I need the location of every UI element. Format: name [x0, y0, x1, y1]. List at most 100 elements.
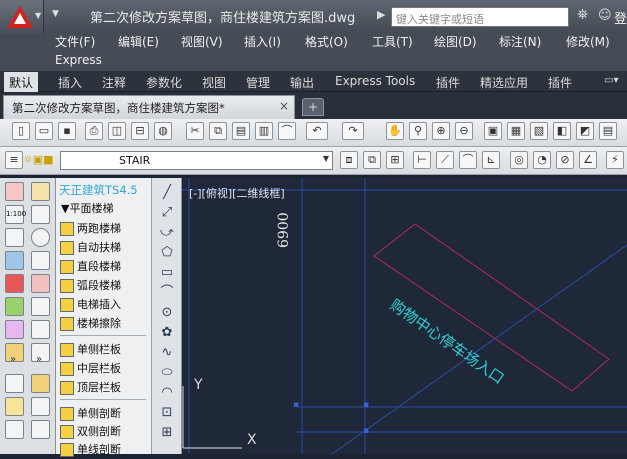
layer-previous-icon[interactable]: ⧈ [340, 151, 358, 169]
spline-icon[interactable]: ∿ [157, 344, 177, 362]
menu-modify[interactable]: 修改(M) [566, 33, 610, 50]
stair-icon[interactable] [31, 297, 50, 316]
tab-express-tools[interactable]: Express Tools [335, 74, 415, 88]
expand-icon[interactable]: » [10, 354, 16, 365]
tab-plugins[interactable]: 插件 [436, 74, 460, 91]
application-menu-button[interactable]: ▼ [0, 0, 44, 33]
line-icon[interactable] [31, 205, 50, 224]
close-icon[interactable]: × [279, 99, 289, 113]
line-icon[interactable]: ╱ [157, 184, 177, 202]
section-icon[interactable] [31, 374, 50, 393]
quick-dimension-icon[interactable]: ⚡ [606, 151, 624, 169]
tab-view[interactable]: 视图 [202, 74, 226, 91]
title-scroll-icon[interactable]: ▶ [377, 8, 385, 21]
make-block-icon[interactable]: ⊞ [157, 424, 177, 442]
linear-dimension-icon[interactable]: ⊢ [413, 151, 431, 169]
menu-item-straight-stair[interactable]: 直段楼梯 [60, 258, 150, 276]
dimension-icon[interactable] [5, 320, 24, 339]
match-properties-icon[interactable]: ⌒ [278, 122, 296, 140]
settings-icon[interactable] [5, 182, 24, 201]
menu-dimension[interactable]: 标注(N) [499, 33, 541, 50]
radius-dimension-icon[interactable]: ◎ [510, 151, 528, 169]
block-icon[interactable] [5, 420, 24, 439]
tab-default[interactable]: 默认 [4, 72, 39, 92]
section-stairs[interactable]: ▼平面楼梯 [61, 200, 113, 216]
rectangle-icon[interactable]: ▭ [157, 264, 177, 282]
undo-icon[interactable]: ↶ [306, 122, 328, 140]
design-center-icon[interactable]: ▦ [507, 122, 525, 140]
construction-line-icon[interactable]: ⤢ [157, 204, 177, 222]
revision-cloud-icon[interactable]: ✿ [157, 324, 177, 342]
make-current-layer-icon[interactable]: ⧉ [363, 151, 381, 169]
markup-icon[interactable]: ◩ [576, 122, 594, 140]
menu-format[interactable]: 格式(O) [305, 33, 348, 50]
document-tab[interactable]: 第二次修改方案草图，商住楼建筑方案图* × [3, 95, 295, 119]
diameter-dimension-icon[interactable]: ⊘ [556, 151, 574, 169]
publish-icon[interactable]: ◍ [154, 122, 172, 140]
new-file-icon[interactable]: ▯ [12, 122, 30, 140]
menu-item-single-break[interactable]: 单侧剖断 [60, 405, 150, 423]
grid-icon[interactable] [31, 320, 50, 339]
door-icon[interactable] [5, 274, 24, 293]
print-icon[interactable]: ⎙ [85, 122, 103, 140]
aligned-dimension-icon[interactable]: ⟋ [436, 151, 454, 169]
insert-block-icon[interactable]: ⊡ [157, 404, 177, 422]
scale-icon[interactable]: 1:100 [5, 205, 26, 224]
layout-icon[interactable] [31, 420, 50, 439]
menu-item-top-rail[interactable]: 顶层栏板 [60, 379, 150, 397]
jogged-dimension-icon[interactable]: ◔ [533, 151, 551, 169]
zoom-window-icon[interactable]: ⊕ [432, 122, 450, 140]
window-icon[interactable] [31, 182, 50, 201]
tab-parametric[interactable]: 参数化 [146, 74, 182, 91]
drawing-canvas[interactable]: 6900 购物中心停车场入口 Y X ▪ ▪ ▪ [182, 178, 627, 455]
window-insert-icon[interactable] [31, 274, 50, 293]
elevation-icon[interactable] [5, 374, 24, 393]
arc-length-icon[interactable]: ⌒ [459, 151, 477, 169]
quick-access-dropdown-icon[interactable]: ▼ [52, 9, 59, 19]
menu-item-escalator[interactable]: 自动扶梯 [60, 239, 150, 257]
angular-dimension-icon[interactable]: ∠ [579, 151, 597, 169]
binoculars-icon[interactable]: ⛯ [577, 7, 588, 23]
menu-item-double-break[interactable]: 双侧剖断 [60, 423, 150, 441]
menu-item-two-run-stair[interactable]: 两跑楼梯 [60, 220, 150, 238]
polygon-icon[interactable]: ⬠ [157, 244, 177, 262]
print-preview-icon[interactable]: ◫ [108, 122, 126, 140]
menu-item-line-break[interactable]: 单线剖断 [60, 441, 150, 459]
properties-icon[interactable]: ▣ [484, 122, 502, 140]
calculator-icon[interactable]: ▤ [599, 122, 617, 140]
layer-dropdown[interactable]: STAIR ♀☼☼▣■ ▼ [5, 151, 333, 170]
tab-annotate[interactable]: 注释 [102, 74, 126, 91]
circle-draw-icon[interactable]: ⊙ [157, 304, 177, 322]
polyline-icon[interactable]: ⤻ [157, 224, 177, 242]
tab-manage[interactable]: 管理 [246, 74, 270, 91]
tab-output[interactable]: 输出 [290, 74, 314, 91]
open-folder-icon[interactable]: ▭ [35, 122, 53, 140]
hatch-icon[interactable] [31, 397, 50, 416]
signin-link[interactable]: 登 [614, 8, 627, 27]
layer-properties-icon[interactable]: ≡ [5, 151, 23, 169]
zoom-previous-icon[interactable]: ⊖ [455, 122, 473, 140]
arc-icon[interactable]: ⌒ [157, 284, 177, 302]
menu-file[interactable]: 文件(F) [55, 33, 95, 50]
menu-item-arc-stair[interactable]: 弧段楼梯 [60, 277, 150, 295]
layer-state-icon[interactable]: ⊞ [386, 151, 404, 169]
plot-icon[interactable]: ⊟ [131, 122, 149, 140]
tab-plugins-2[interactable]: 插件 [548, 74, 572, 91]
menu-item-middle-rail[interactable]: 中层栏板 [60, 360, 150, 378]
pan-icon[interactable]: ✋ [386, 122, 404, 140]
copy-icon[interactable]: ⧉ [209, 122, 227, 140]
tool-palettes-icon[interactable]: ▧ [530, 122, 548, 140]
eraser-icon[interactable] [5, 397, 24, 416]
paste-icon[interactable]: ▤ [232, 122, 250, 140]
menu-insert[interactable]: 插入(I) [244, 33, 281, 50]
menu-item-stair-erase[interactable]: 楼梯擦除 [60, 315, 150, 333]
menu-express[interactable]: Express [55, 53, 102, 67]
calendar-icon[interactable] [5, 228, 24, 247]
tab-insert[interactable]: 插入 [58, 74, 82, 91]
menu-item-single-rail[interactable]: 单侧栏板 [60, 341, 150, 359]
search-input[interactable]: 键入关键字或短语 [391, 7, 569, 27]
viewport-label[interactable]: [-][俯视][二维线框] [189, 185, 285, 201]
room-icon[interactable] [5, 297, 24, 316]
expand-icon-2[interactable]: » [36, 354, 42, 365]
paste-special-icon[interactable]: ▥ [255, 122, 273, 140]
